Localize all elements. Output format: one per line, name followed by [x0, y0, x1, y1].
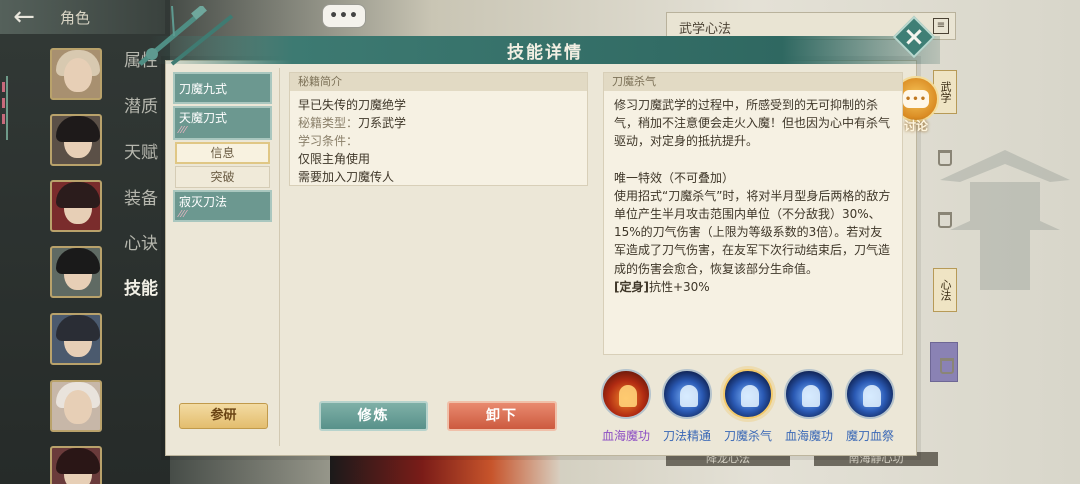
avatar-character[interactable]	[50, 246, 102, 298]
skill-description-header: 刀魔杀气	[604, 73, 902, 91]
skill-description-text: 修习刀魔武学的过程中，所感受到的无可抑制的杀气，稍加不注意便会走火入魔！但也因为…	[614, 98, 891, 149]
close-icon: ×	[903, 22, 925, 52]
skill-icon-blade-mastery[interactable]	[662, 369, 712, 419]
nav-item-skills[interactable]: 技能	[124, 274, 158, 299]
learning-condition-label: 学习条件：	[298, 134, 359, 148]
manual-type-value: 刀系武学	[358, 116, 407, 130]
learning-condition: 需要加入刀魔传人	[298, 170, 395, 184]
skill-tab-daomo-jiushi[interactable]: 刀魔九式	[173, 72, 272, 104]
stat-value: 抗性+30%	[648, 279, 710, 294]
avatar-character[interactable]	[50, 446, 102, 484]
avatar-character[interactable]	[50, 180, 102, 232]
research-button[interactable]: 参研	[179, 403, 268, 429]
discuss-label: 讨论	[904, 119, 929, 133]
skill-tab-label: 刀魔九式	[179, 82, 228, 96]
avatar-character[interactable]	[50, 313, 102, 365]
skill-label: 血海魔功	[601, 429, 650, 443]
martial-arts-title: 武学心法	[679, 22, 732, 37]
skill-label: 刀魔杀气	[723, 429, 772, 443]
skill-icon-blood-sea[interactable]	[784, 369, 834, 419]
sort-icon[interactable]: ≡	[933, 18, 949, 34]
tab-info[interactable]: 信息	[175, 142, 270, 164]
stat-tag: [定身]	[614, 279, 649, 294]
learning-condition: 仅限主角使用	[298, 152, 371, 166]
tab-breakthrough[interactable]: 突破	[175, 166, 270, 188]
unique-effect-text: 使用招式“刀魔杀气”时，将对半月型身后两格的敌方单位产生半月攻击范围内单位（不分…	[614, 188, 891, 276]
feather-icon: ⁄⁄⁄	[179, 209, 188, 220]
skill-icon-blood-sea[interactable]	[601, 369, 651, 419]
skill-label: 血海魔功	[784, 429, 833, 443]
nav-item-mind-art[interactable]: 心诀	[124, 229, 158, 254]
skill-tab-label: 天魔刀式	[179, 111, 228, 125]
skill-tab-tianmo-daoshi[interactable]: 天魔刀式 ⁄⁄⁄	[173, 106, 272, 140]
nav-item-potential[interactable]: 潜质	[124, 92, 158, 117]
chat-bubble-button[interactable]: •••	[322, 4, 366, 28]
avatar-character[interactable]	[50, 380, 102, 432]
nav-item-equipment[interactable]: 装备	[124, 184, 158, 209]
chat-icon: •••	[903, 90, 929, 108]
skill-description-panel: 刀魔杀气 修习刀魔武学的过程中，所感受到的无可抑制的杀气，稍加不注意便会走火入魔…	[603, 72, 903, 355]
side-accent	[0, 76, 8, 140]
nav-item-talent[interactable]: 天赋	[124, 138, 158, 163]
manual-description: 早已失传的刀魔绝学	[298, 98, 407, 112]
skill-tab-label: 寂灭刀法	[179, 195, 228, 209]
page-title: 角色	[60, 8, 91, 27]
skill-icon-blade-demon-aura[interactable]	[723, 369, 773, 419]
skill-label: 刀法精通	[662, 429, 711, 443]
avatar-character[interactable]	[50, 114, 102, 166]
skill-tab-jimie-daofa[interactable]: 寂灭刀法 ⁄⁄⁄	[173, 190, 272, 222]
avatar-character[interactable]	[50, 48, 102, 100]
trash-icon[interactable]	[940, 358, 954, 374]
manual-intro-panel: 秘籍简介 早已失传的刀魔绝学 秘籍类型：刀系武学 学习条件： 仅限主角使用 需要…	[289, 72, 588, 186]
train-button[interactable]: 修炼	[319, 401, 428, 431]
back-arrow-icon[interactable]: ←	[0, 0, 48, 34]
column-divider	[279, 68, 280, 446]
dialog-header: 技能详情	[150, 36, 940, 64]
feather-icon: ⁄⁄⁄	[179, 125, 188, 136]
sword-decoration-icon	[138, 6, 234, 66]
skill-label: 魔刀血祭	[845, 429, 894, 443]
tab-mind-art[interactable]: 心法	[933, 268, 957, 312]
skill-icon-demon-blade-sacrifice[interactable]	[845, 369, 895, 419]
unique-effect-title: 唯一特效（不可叠加）	[614, 170, 735, 185]
unequip-button[interactable]: 卸下	[447, 401, 557, 431]
trash-icon[interactable]	[938, 212, 952, 228]
trash-icon[interactable]	[938, 150, 952, 166]
manual-intro-header: 秘籍简介	[290, 73, 587, 91]
manual-type-label: 秘籍类型：	[298, 116, 359, 130]
close-button[interactable]: ×	[892, 15, 936, 59]
dialog-title: 技能详情	[507, 42, 583, 63]
